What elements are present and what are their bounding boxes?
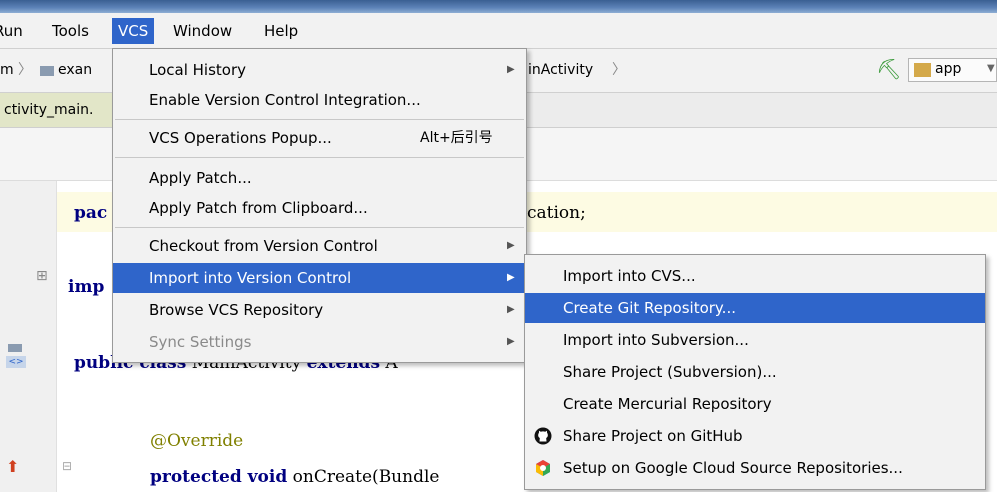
submenu-item-import-subversion[interactable]: Import into Subversion... — [525, 325, 985, 355]
github-icon — [534, 427, 552, 445]
code-line: pac — [74, 203, 108, 223]
vcs-menu: Local History ▶ Enable Version Control I… — [112, 48, 527, 363]
code-line: @Override — [150, 431, 244, 451]
menu-separator — [115, 157, 524, 158]
menu-item-enable-vcs-integration[interactable]: Enable Version Control Integration... — [113, 85, 526, 115]
submenu-arrow-icon: ▶ — [507, 304, 515, 315]
menu-separator — [115, 119, 524, 120]
breadcrumb-item[interactable]: exan — [58, 60, 92, 80]
submenu-item-share-subversion[interactable]: Share Project (Subversion)... — [525, 357, 985, 387]
code-line: cation; — [527, 203, 586, 223]
menu-bar: Run Tools VCS Window Help — [0, 13, 997, 49]
menu-item-apply-patch[interactable]: Apply Patch... — [113, 163, 526, 193]
override-up-icon[interactable]: ⬆ — [6, 457, 19, 476]
code-marker-icon: <> — [6, 356, 26, 368]
hammer-icon[interactable]: ⛏ — [876, 57, 901, 81]
code-line: protected void onCreate(Bundle — [150, 467, 445, 487]
android-module-icon — [914, 63, 931, 77]
editor-gutter: ⊞ <> ⬆ ⊟ — [0, 181, 72, 492]
class-marker-icon — [8, 344, 22, 352]
menu-item-browse-vcs-repository[interactable]: Browse VCS Repository ▶ — [113, 295, 526, 325]
menu-item-import-into-vcs[interactable]: Import into Version Control ▶ — [113, 263, 526, 293]
google-cloud-icon — [536, 460, 550, 476]
breadcrumb-separator: 〉 — [18, 62, 32, 78]
menu-vcs[interactable]: VCS — [112, 18, 155, 44]
menu-item-checkout[interactable]: Checkout from Version Control ▶ — [113, 231, 526, 261]
chevron-down-icon: ▼ — [987, 63, 995, 74]
submenu-item-create-mercurial[interactable]: Create Mercurial Repository — [525, 389, 985, 419]
breadcrumb-item[interactable]: inActivity — [528, 60, 593, 80]
window-title-strip — [0, 0, 997, 13]
fold-expand-icon[interactable]: ⊞ — [36, 268, 48, 284]
submenu-arrow-icon: ▶ — [507, 272, 515, 283]
run-config-dropdown[interactable]: app ▼ — [908, 58, 997, 82]
menu-help[interactable]: Help — [258, 18, 304, 44]
menu-separator — [115, 227, 524, 228]
submenu-item-import-cvs[interactable]: Import into CVS... — [525, 261, 985, 291]
submenu-item-share-github[interactable]: Share Project on GitHub — [525, 421, 985, 451]
breadcrumb-item[interactable]: m — [0, 60, 14, 80]
menu-item-sync-settings[interactable]: Sync Settings ▶ — [113, 327, 526, 357]
file-tab[interactable]: ctivity_main. — [0, 93, 112, 127]
menu-item-local-history[interactable]: Local History ▶ — [113, 55, 526, 85]
submenu-item-google-cloud[interactable]: Setup on Google Cloud Source Repositorie… — [525, 453, 985, 483]
menu-item-vcs-operations-popup[interactable]: VCS Operations Popup... Alt+后引号 — [113, 123, 526, 153]
folder-icon — [40, 66, 54, 76]
menu-run[interactable]: Run — [0, 18, 29, 44]
submenu-arrow-icon: ▶ — [507, 64, 515, 75]
breadcrumb-separator: 〉 — [612, 62, 626, 78]
code-line: imp — [68, 277, 105, 297]
menu-item-apply-patch-clipboard[interactable]: Apply Patch from Clipboard... — [113, 193, 526, 223]
submenu-arrow-icon: ▶ — [507, 240, 515, 251]
menu-window[interactable]: Window — [167, 18, 238, 44]
import-vcs-submenu: Import into CVS... Create Git Repository… — [524, 254, 986, 490]
menu-tools[interactable]: Tools — [46, 18, 95, 44]
submenu-arrow-icon: ▶ — [507, 336, 515, 347]
submenu-item-create-git-repository[interactable]: Create Git Repository... — [525, 293, 985, 323]
fold-collapse-icon[interactable]: ⊟ — [62, 459, 72, 473]
